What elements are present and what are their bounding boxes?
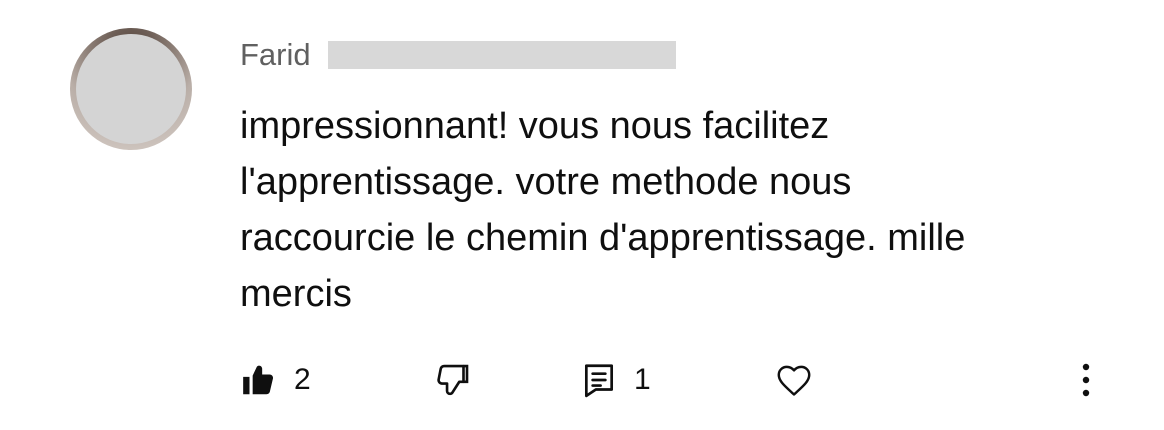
- heart-outline-icon: [773, 359, 815, 401]
- reply-button[interactable]: 1: [580, 352, 651, 408]
- comment-icon: [580, 361, 618, 399]
- heart-button[interactable]: [773, 352, 815, 408]
- dislike-button[interactable]: [432, 352, 474, 408]
- thumb-down-outline-icon: [432, 359, 474, 401]
- avatar[interactable]: [70, 28, 192, 150]
- author-redaction: [328, 41, 676, 69]
- like-count: 2: [294, 363, 311, 396]
- thumb-up-filled-icon: [240, 361, 278, 399]
- comment-card: Farid impressionnant! vous nous facilite…: [0, 0, 1164, 430]
- author-name[interactable]: Farid: [240, 37, 311, 72]
- more-options-button[interactable]: [1075, 352, 1097, 408]
- comment-text: impressionnant! vous nous facilitez l'ap…: [240, 105, 966, 315]
- comment-author[interactable]: Farid: [240, 36, 311, 74]
- reply-count: 1: [634, 363, 651, 396]
- more-vertical-icon: [1081, 361, 1091, 399]
- comment-actions: 2 1: [0, 352, 1164, 408]
- avatar-redaction: [76, 34, 186, 144]
- like-button[interactable]: 2: [240, 352, 311, 408]
